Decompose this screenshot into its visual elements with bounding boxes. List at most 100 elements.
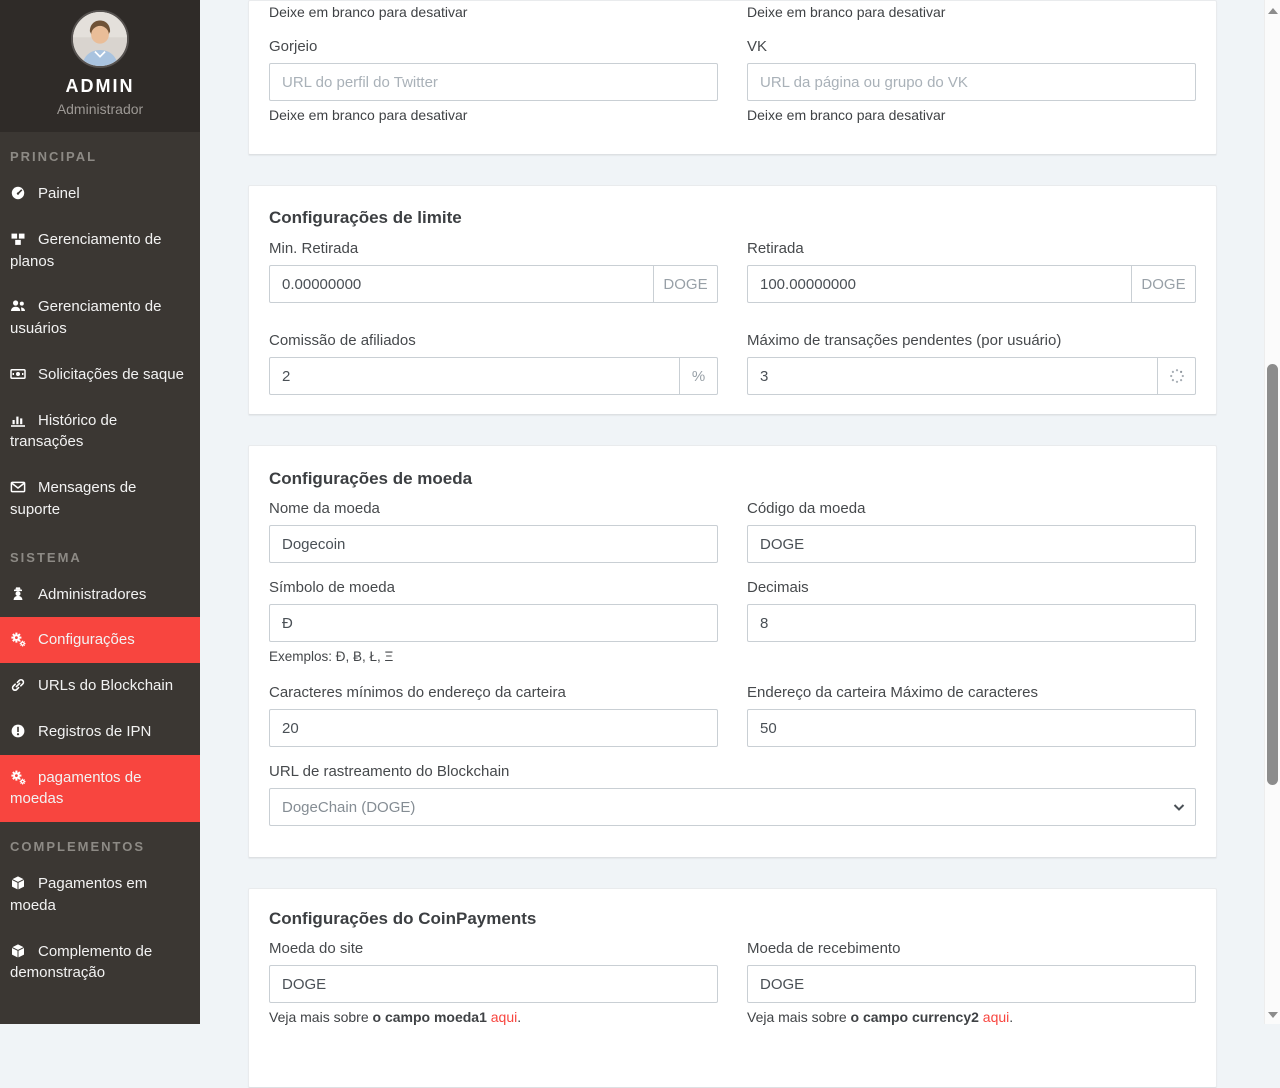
sidebar-item-gerenciamento-planos[interactable]: Gerenciamento de planos [0,217,200,285]
money-bill-icon [10,366,28,382]
symbol-examples-help: Exemplos: Đ, Ƀ, Ł, Ξ [269,649,718,664]
user-panel: ADMIN Administrador [0,0,200,132]
link-icon [10,677,28,693]
affiliate-commission-input[interactable] [269,357,680,395]
sidebar: ADMIN Administrador PRINCIPAL Painel Ger… [0,0,200,1024]
decimals-label: Decimais [747,579,1196,596]
limit-settings-card: Configurações de limite Min. Retirada DO… [248,185,1217,415]
max-pending-tx-input[interactable] [747,357,1158,395]
withdraw-label: Retirada [747,240,1196,257]
field-help: Deixe em branco para desativar [269,107,718,123]
sidebar-item-historico-transacoes[interactable]: Histórico de transações [0,398,200,466]
sidebar-item-configuracoes[interactable]: Configurações [0,617,200,663]
sidebar-item-solicitacoes-saque[interactable]: Solicitações de saque [0,352,200,398]
site-currency-input[interactable] [269,965,718,1003]
chart-bar-icon [10,412,28,428]
min-withdraw-input[interactable] [269,265,654,303]
min-withdraw-label: Min. Retirada [269,240,718,257]
currency1-help: Veja mais sobre o campo moeda1 aqui. [269,1009,718,1025]
nav-section-sistema: SISTEMA [0,533,200,572]
vertical-scrollbar[interactable] [1264,0,1280,1024]
settings-content: Deixe em branco para desativar Gorjeio D… [200,0,1264,1024]
card-title: Configurações do CoinPayments [269,909,1196,929]
sidebar-item-label: Solicitações de saque [38,366,184,383]
coin-name-label: Nome da moeda [269,500,718,517]
blockchain-tracking-url-label: URL de rastreamento do Blockchain [269,763,1196,780]
tachometer-icon [10,185,28,201]
user-role: Administrador [0,101,200,117]
coin-code-input[interactable] [747,525,1196,563]
sidebar-nav: PRINCIPAL Painel Gerenciamento de planos… [0,132,200,996]
currency-addon: DOGE [654,265,718,303]
receive-currency-input[interactable] [747,965,1196,1003]
field-help: Deixe em branco para desativar [747,107,1196,123]
sidebar-item-painel[interactable]: Painel [0,171,200,217]
avatar [71,10,129,68]
cube-icon [10,943,28,959]
site-currency-label: Moeda do site [269,940,718,957]
wallet-max-chars-label: Endereço da carteira Máximo de caractere… [747,684,1196,701]
scroll-up-arrow-icon[interactable] [1268,8,1278,14]
currency1-help-link[interactable]: aqui [491,1009,517,1025]
sidebar-item-pagamentos-em-moeda[interactable]: Pagamentos em moeda [0,861,200,929]
sidebar-item-label: pagamentos de moedas [10,769,141,808]
coinpayments-settings-card: Configurações do CoinPayments Moeda do s… [248,888,1217,1088]
sidebar-item-label: URLs do Blockchain [38,677,173,694]
wallet-min-chars-label: Caracteres mínimos do endereço da cartei… [269,684,718,701]
card-title: Configurações de limite [269,208,1196,228]
cube-icon [10,875,28,891]
users-icon [10,298,28,314]
sidebar-item-urls-blockchain[interactable]: URLs do Blockchain [0,663,200,709]
percent-addon: % [680,357,718,395]
field-help: Deixe em branco para desativar [269,4,718,20]
sidebar-item-administradores[interactable]: Administradores [0,572,200,618]
wallet-min-chars-input[interactable] [269,709,718,747]
help-bold: o campo moeda1 [373,1009,487,1025]
nav-section-complementos: COMPLEMENTOS [0,822,200,861]
nav-section-principal: PRINCIPAL [0,132,200,171]
currency-settings-card: Configurações de moeda Nome da moeda Cód… [248,445,1217,858]
vk-field-label: VK [747,38,1196,55]
avatar-image [73,12,127,66]
sidebar-item-label: Mensagens de suporte [10,479,136,518]
cubes-icon [10,231,28,247]
social-settings-card: Deixe em branco para desativar Gorjeio D… [248,0,1217,155]
help-text: Veja mais sobre [269,1009,373,1025]
scroll-down-arrow-icon[interactable] [1268,1012,1278,1018]
sidebar-item-label: Gerenciamento de planos [10,231,161,270]
sidebar-item-mensagens-suporte[interactable]: Mensagens de suporte [0,465,200,533]
affiliate-commission-label: Comissão de afiliados [269,332,718,349]
cogs-icon [10,769,28,785]
coin-symbol-label: Símbolo de moeda [269,579,718,596]
sidebar-item-pagamentos-de-moedas[interactable]: pagamentos de moedas [0,755,200,823]
sidebar-item-label: Registros de IPN [38,723,151,740]
coin-name-input[interactable] [269,525,718,563]
twitter-url-input[interactable] [269,63,718,101]
envelope-icon [10,479,28,495]
sidebar-item-label: Gerenciamento de usuários [10,298,161,337]
sidebar-item-complemento-demonstracao[interactable]: Complemento de demonstração [0,929,200,997]
currency2-help-link[interactable]: aqui [983,1009,1009,1025]
sidebar-item-label: Pagamentos em moeda [10,875,147,914]
scrollbar-thumb[interactable] [1267,364,1278,785]
decimals-input[interactable] [747,604,1196,642]
sidebar-item-label: Painel [38,185,80,202]
sidebar-item-label: Complemento de demonstração [10,943,152,982]
sidebar-item-label: Configurações [38,631,135,648]
receive-currency-label: Moeda de recebimento [747,940,1196,957]
field-help: Deixe em branco para desativar [747,4,1196,20]
sidebar-item-gerenciamento-usuarios[interactable]: Gerenciamento de usuários [0,284,200,352]
max-pending-tx-label: Máximo de transações pendentes (por usuá… [747,332,1196,349]
wallet-max-chars-input[interactable] [747,709,1196,747]
exclamation-circle-icon [10,723,28,739]
coin-symbol-input[interactable] [269,604,718,642]
currency2-help: Veja mais sobre o campo currency2 aqui. [747,1009,1196,1025]
vk-url-input[interactable] [747,63,1196,101]
blockchain-tracking-url-select[interactable]: DogeChain (DOGE) [269,788,1196,826]
help-text: Veja mais sobre [747,1009,851,1025]
withdraw-input[interactable] [747,265,1132,303]
currency-addon: DOGE [1132,265,1196,303]
sidebar-item-registros-ipn[interactable]: Registros de IPN [0,709,200,755]
cogs-icon [10,631,28,647]
twitter-field-label: Gorjeio [269,38,718,55]
